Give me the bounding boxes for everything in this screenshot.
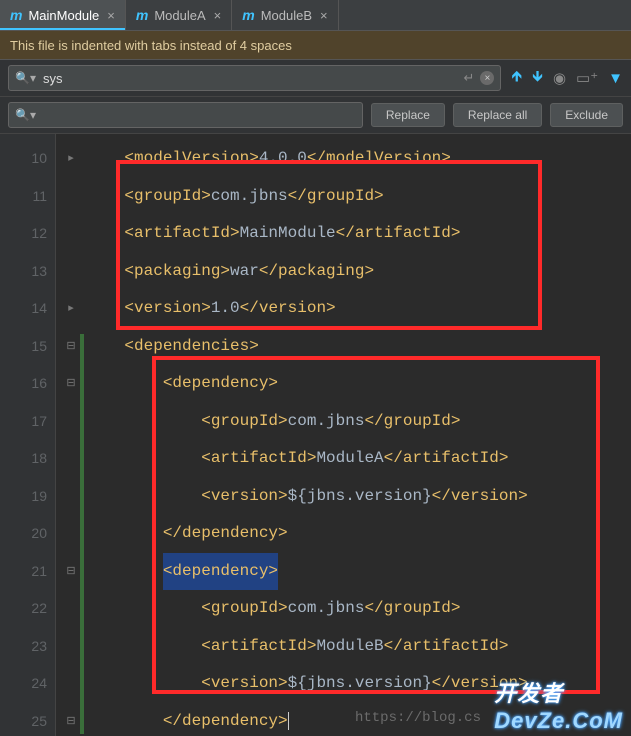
line-number: 12 <box>0 215 47 253</box>
tab-label: ModuleB <box>261 8 312 23</box>
editor-area[interactable]: 10111213141516171819202122232425 ▸▸⊟⊟⊟⊟ … <box>0 134 631 736</box>
close-icon[interactable]: × <box>214 8 222 23</box>
next-match-icon[interactable]: 🡻 <box>532 66 543 91</box>
tab-bar: m MainModule × m ModuleA × m ModuleB × <box>0 0 631 31</box>
search-icon: 🔍▾ <box>15 108 36 122</box>
maven-icon: m <box>242 7 254 23</box>
line-number: 22 <box>0 590 47 628</box>
watermark: 开发者 DevZe.CoM <box>494 676 623 734</box>
code-line[interactable]: <dependency> <box>86 553 631 591</box>
code-line[interactable]: <groupId>com.jbns</groupId> <box>86 178 631 216</box>
code-line[interactable]: <artifactId>ModuleB</artifactId> <box>86 628 631 666</box>
code-line[interactable]: </dependency> <box>86 515 631 553</box>
fold-none <box>56 215 86 253</box>
code-line[interactable]: <version>${jbns.version}</version> <box>86 478 631 516</box>
maven-icon: m <box>10 7 22 23</box>
line-number: 19 <box>0 478 47 516</box>
prev-match-icon[interactable]: 🡹 <box>511 66 522 91</box>
replace-input-box[interactable]: 🔍▾ <box>8 102 363 128</box>
tab-modulea[interactable]: m ModuleA × <box>126 0 232 30</box>
close-icon[interactable]: × <box>107 8 115 23</box>
warning-bar: This file is indented with tabs instead … <box>0 31 631 60</box>
clear-icon[interactable]: × <box>480 71 494 85</box>
fold-none <box>56 253 86 291</box>
line-number: 23 <box>0 628 47 666</box>
tab-label: ModuleA <box>154 8 205 23</box>
line-number: 20 <box>0 515 47 553</box>
code-line[interactable]: <artifactId>ModuleA</artifactId> <box>86 440 631 478</box>
line-number: 24 <box>0 665 47 703</box>
close-icon[interactable]: × <box>320 8 328 23</box>
line-number: 15 <box>0 328 47 366</box>
code-line[interactable]: <groupId>com.jbns</groupId> <box>86 403 631 441</box>
add-selection-icon[interactable]: ▭⁺ <box>576 69 598 87</box>
code-line[interactable]: <artifactId>MainModule</artifactId> <box>86 215 631 253</box>
replace-all-button[interactable]: Replace all <box>453 103 542 127</box>
select-all-icon[interactable]: ◉ <box>553 69 566 87</box>
replace-input[interactable] <box>41 107 356 124</box>
line-number: 10 <box>0 140 47 178</box>
line-number: 13 <box>0 253 47 291</box>
code-line[interactable]: <modelVersion>4.0.0</modelVersion> <box>86 140 631 178</box>
line-number: 18 <box>0 440 47 478</box>
line-number: 14 <box>0 290 47 328</box>
line-number: 16 <box>0 365 47 403</box>
fold-none <box>56 178 86 216</box>
code-line[interactable]: <dependencies> <box>86 328 631 366</box>
tab-mainmodule[interactable]: m MainModule × <box>0 0 126 30</box>
url-hint: https://blog.cs <box>355 710 481 726</box>
find-toolbar: 🔍▾ ↵ × 🡹 🡻 ◉ ▭⁺ ▼ <box>0 60 631 97</box>
replace-button[interactable]: Replace <box>371 103 445 127</box>
code-line[interactable]: <dependency> <box>86 365 631 403</box>
line-number: 21 <box>0 553 47 591</box>
code-line[interactable]: <version>1.0</version> <box>86 290 631 328</box>
change-marker <box>80 334 84 734</box>
search-icon: 🔍▾ <box>15 71 36 85</box>
line-number: 11 <box>0 178 47 216</box>
code-content[interactable]: <modelVersion>4.0.0</modelVersion> <grou… <box>86 134 631 736</box>
replace-toolbar: 🔍▾ Replace Replace all Exclude <box>0 97 631 134</box>
fold-closed-icon[interactable]: ▸ <box>56 140 86 178</box>
search-input[interactable] <box>41 70 464 87</box>
filter-icon[interactable]: ▼ <box>608 70 623 87</box>
enter-icon: ↵ <box>463 70 474 86</box>
exclude-button[interactable]: Exclude <box>550 103 623 127</box>
warning-text: This file is indented with tabs instead … <box>10 38 292 53</box>
search-input-box[interactable]: 🔍▾ ↵ × <box>8 65 501 91</box>
tab-moduleb[interactable]: m ModuleB × <box>232 0 338 30</box>
line-gutter: 10111213141516171819202122232425 <box>0 134 56 736</box>
code-line[interactable]: <groupId>com.jbns</groupId> <box>86 590 631 628</box>
fold-closed-icon[interactable]: ▸ <box>56 290 86 328</box>
tab-label: MainModule <box>28 8 99 23</box>
code-line[interactable]: <packaging>war</packaging> <box>86 253 631 291</box>
line-number: 25 <box>0 703 47 736</box>
line-number: 17 <box>0 403 47 441</box>
maven-icon: m <box>136 7 148 23</box>
